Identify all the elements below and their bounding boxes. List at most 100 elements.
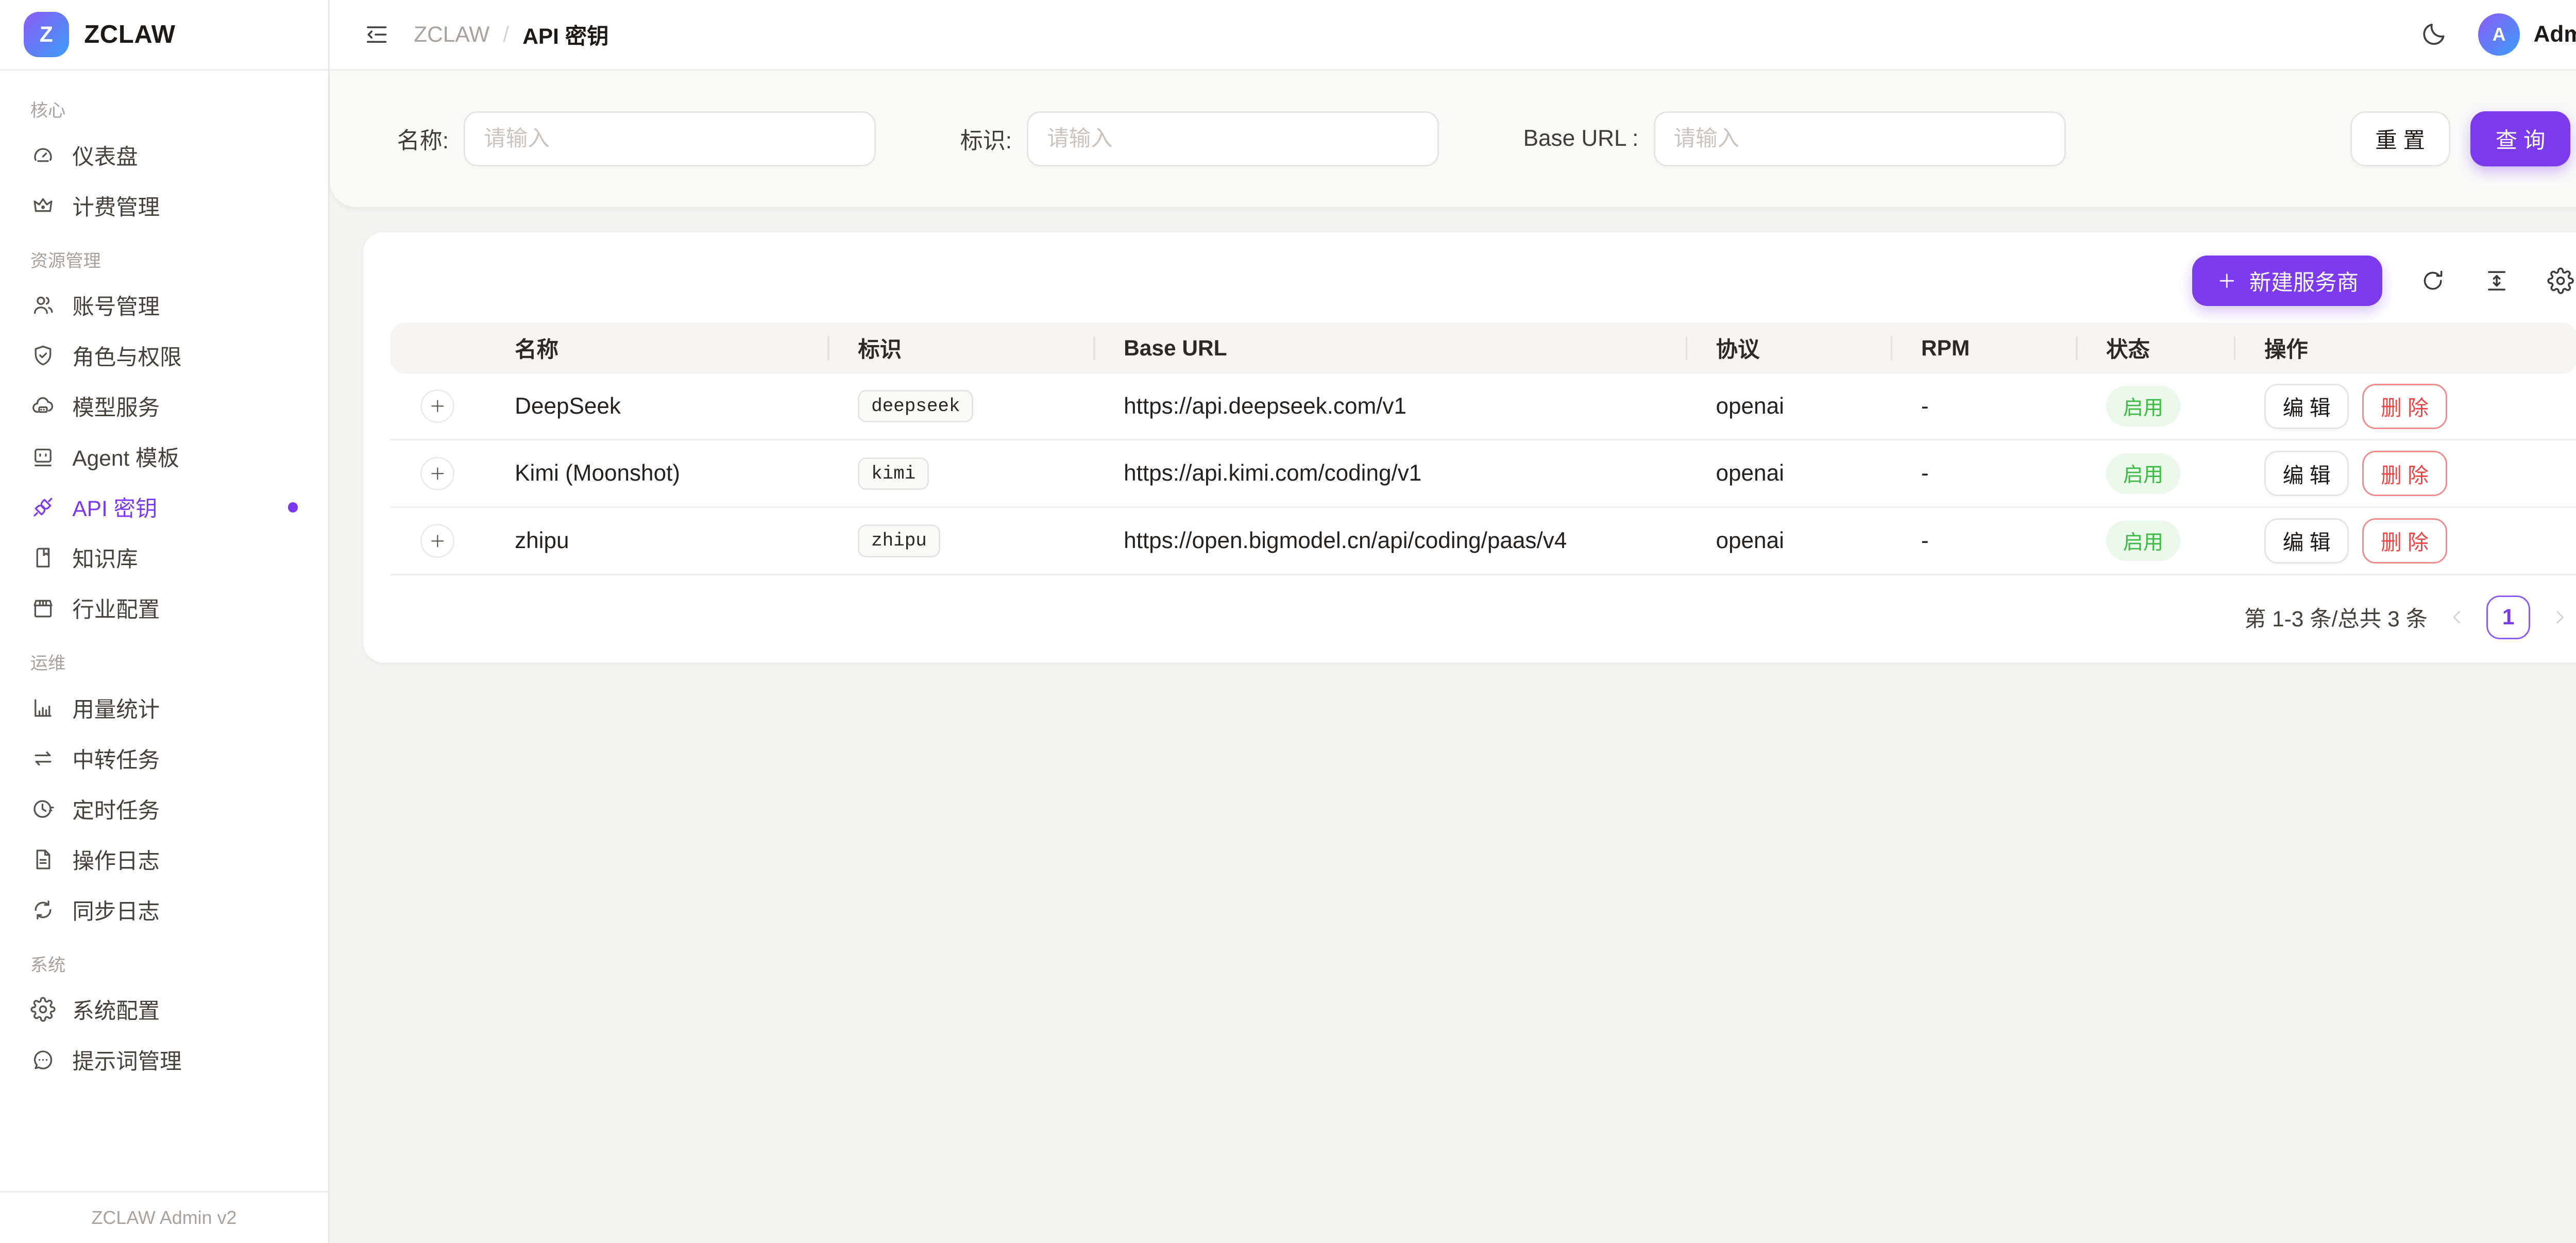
shield-check-icon	[30, 343, 56, 368]
sidebar-item-system-config[interactable]: 系统配置	[20, 984, 308, 1035]
expand-row-button[interactable]	[420, 457, 454, 490]
filter-group-base-url: Base URL :	[1523, 111, 2066, 167]
app-logo: Z	[24, 12, 69, 57]
sidebar-item-relay-tasks[interactable]: 中转任务	[20, 733, 308, 784]
base-url-filter-input[interactable]	[1654, 111, 2066, 167]
sidebar-item-sync-logs[interactable]: 同步日志	[20, 884, 308, 935]
users-icon	[30, 293, 56, 318]
chevron-right-icon	[2549, 606, 2570, 628]
sidebar-item-operation-logs[interactable]: 操作日志	[20, 834, 308, 884]
sidebar-item-dashboard[interactable]: 仪表盘	[20, 130, 308, 180]
sidebar-nav: 核心 仪表盘 计费管理 资源管理 账号管理 角色与权限 模型服务	[0, 71, 328, 1191]
sidebar-item-industry-config[interactable]: 行业配置	[20, 583, 308, 634]
provider-base-url: https://open.bigmodel.cn/api/coding/paas…	[1093, 528, 1685, 554]
avatar[interactable]: A	[2478, 13, 2520, 56]
clock-icon	[30, 796, 56, 822]
provider-base-url: https://api.deepseek.com/v1	[1093, 394, 1685, 419]
page-number-button[interactable]: 1	[2486, 595, 2530, 639]
header-status: 状态	[2076, 323, 2234, 373]
slug-filter-input[interactable]	[1027, 111, 1439, 167]
sidebar-item-roles[interactable]: 角色与权限	[20, 331, 308, 381]
table-settings-button[interactable]	[2547, 267, 2574, 294]
header-actions: 操作	[2234, 323, 2576, 373]
expand-row-button[interactable]	[420, 389, 454, 423]
filter-panel: 名称: 标识: Base URL : 重 置 查 询	[330, 71, 2576, 207]
settings-gear-icon	[2547, 267, 2574, 294]
bar-chart-icon	[30, 695, 56, 721]
sidebar-item-usage-stats[interactable]: 用量统计	[20, 683, 308, 733]
robot-icon	[30, 444, 56, 469]
plus-icon	[429, 465, 446, 482]
sidebar-item-label: 仪表盘	[72, 140, 138, 171]
reset-button[interactable]: 重 置	[2350, 111, 2450, 167]
provider-protocol: openai	[1686, 461, 1891, 486]
menu-fold-icon	[363, 21, 390, 48]
section-label-ops: 运维	[20, 634, 308, 683]
name-filter-input[interactable]	[464, 111, 876, 167]
breadcrumb-root[interactable]: ZCLAW	[414, 22, 489, 47]
storefront-icon	[30, 595, 56, 621]
refresh-icon	[2419, 267, 2446, 294]
sidebar-item-billing[interactable]: 计费管理	[20, 180, 308, 231]
filter-group-name: 名称:	[397, 111, 876, 167]
sidebar-item-agent-templates[interactable]: Agent 模板	[20, 432, 308, 482]
filter-group-slug: 标识:	[960, 111, 1439, 167]
next-page-button[interactable]	[2549, 606, 2570, 628]
delete-button[interactable]: 删 除	[2362, 451, 2447, 496]
sidebar-item-model-services[interactable]: 模型服务	[20, 381, 308, 432]
sidebar-item-label: 账号管理	[72, 290, 160, 321]
filter-label-name: 名称:	[397, 122, 449, 155]
providers-card: 新建服务商 名称 标识 Bas	[363, 232, 2576, 663]
moon-icon	[2419, 20, 2448, 49]
logo-letter: Z	[40, 22, 53, 47]
app-title: ZCLAW	[84, 20, 175, 49]
section-label-resources: 资源管理	[20, 231, 308, 280]
header-name: 名称	[484, 323, 827, 373]
user-name[interactable]: Admin	[2534, 22, 2576, 47]
status-badge: 启用	[2106, 520, 2180, 561]
header-slug: 标识	[827, 323, 1093, 373]
delete-button[interactable]: 删 除	[2362, 384, 2447, 429]
search-button[interactable]: 查 询	[2470, 111, 2571, 167]
create-provider-button[interactable]: 新建服务商	[2192, 256, 2382, 306]
sidebar-footer: ZCLAW Admin v2	[0, 1191, 328, 1243]
dark-mode-toggle[interactable]	[2419, 20, 2448, 49]
sidebar-item-label: 行业配置	[72, 592, 160, 624]
book-icon	[30, 545, 56, 570]
delete-button[interactable]: 删 除	[2362, 518, 2447, 564]
sidebar-item-label: 知识库	[72, 542, 138, 573]
sidebar-item-label: 角色与权限	[72, 340, 181, 371]
sidebar-item-prompt-management[interactable]: 提示词管理	[20, 1035, 308, 1085]
breadcrumb: ZCLAW / API 密钥	[414, 19, 608, 50]
sidebar: Z ZCLAW 核心 仪表盘 计费管理 资源管理 账号管理 角色与权限	[0, 0, 330, 1243]
provider-slug-tag: kimi	[858, 457, 929, 490]
header-protocol: 协议	[1686, 323, 1891, 373]
sidebar-item-scheduled-tasks[interactable]: 定时任务	[20, 784, 308, 834]
provider-rpm: -	[1891, 528, 2076, 554]
sidebar-item-knowledge-base[interactable]: 知识库	[20, 533, 308, 583]
edit-button[interactable]: 编 辑	[2264, 384, 2349, 429]
table-toolbar: 新建服务商	[391, 249, 2576, 323]
provider-base-url: https://api.kimi.com/coding/v1	[1093, 461, 1685, 486]
prev-page-button[interactable]	[2446, 606, 2468, 628]
row-density-button[interactable]	[2483, 267, 2510, 294]
filter-label-slug: 标识:	[960, 122, 1012, 155]
filter-actions: 重 置 查 询	[2350, 111, 2571, 167]
edit-button[interactable]: 编 辑	[2264, 518, 2349, 564]
provider-protocol: openai	[1686, 394, 1891, 419]
plus-icon	[429, 533, 446, 550]
topbar-right: A Admin	[2419, 13, 2576, 56]
provider-slug-tag: zhipu	[858, 524, 940, 557]
sidebar-item-accounts[interactable]: 账号管理	[20, 280, 308, 331]
provider-name: zhipu	[484, 528, 827, 554]
refresh-button[interactable]	[2419, 267, 2446, 294]
provider-protocol: openai	[1686, 528, 1891, 554]
edit-button[interactable]: 编 辑	[2264, 451, 2349, 496]
sidebar-item-label: 用量统计	[72, 692, 160, 724]
sidebar-collapse-button[interactable]	[363, 21, 390, 48]
sidebar-item-label: API 密钥	[72, 491, 157, 523]
sidebar-item-label: Agent 模板	[72, 441, 179, 472]
expand-row-button[interactable]	[420, 524, 454, 557]
sidebar-item-api-keys[interactable]: API 密钥	[20, 482, 308, 533]
pagination: 第 1-3 条/总共 3 条 1	[391, 575, 2576, 650]
